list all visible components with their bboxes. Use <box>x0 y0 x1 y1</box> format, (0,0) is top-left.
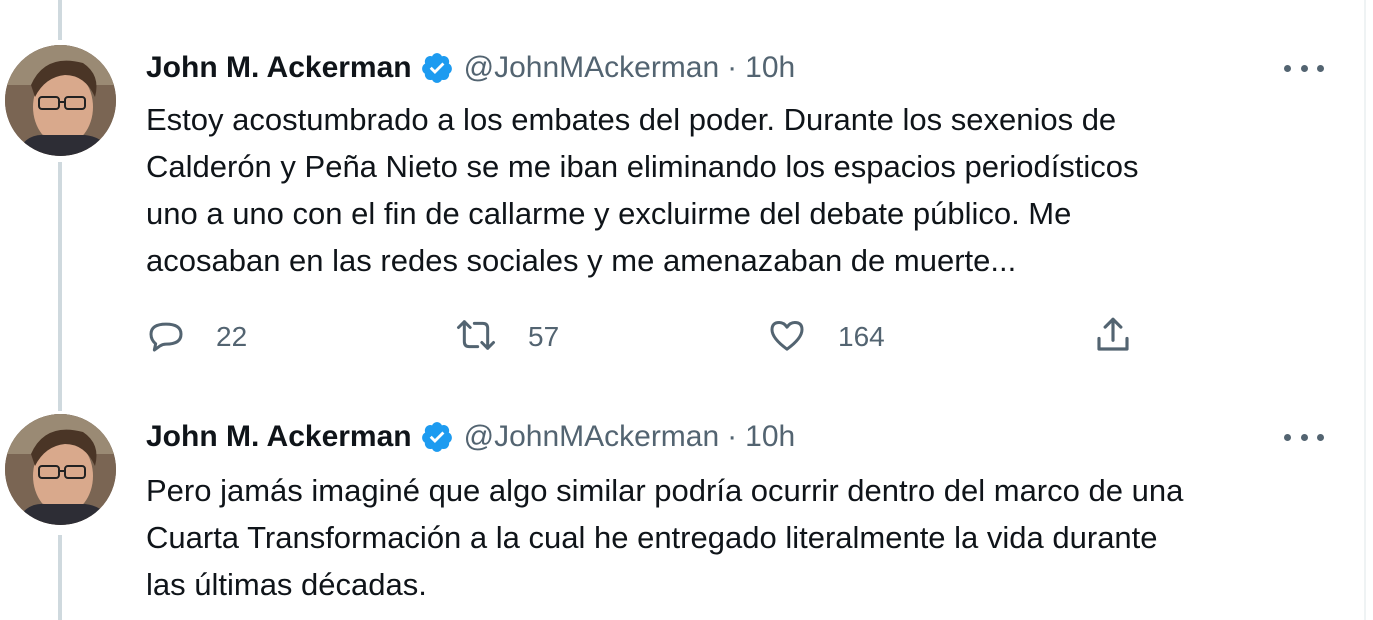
retweet-button[interactable]: 57 <box>454 315 559 359</box>
retweet-icon <box>454 315 498 360</box>
tweet-actions: 22 57 164 <box>146 315 1146 359</box>
separator-dot: · <box>727 51 738 84</box>
thread-line <box>58 535 62 620</box>
reply-count: 22 <box>216 321 248 352</box>
thread-line-top <box>58 0 62 40</box>
timeline-border <box>1364 0 1366 620</box>
avatar[interactable] <box>5 45 116 156</box>
share-icon <box>1092 314 1134 361</box>
thread-line-top <box>58 385 62 411</box>
author-handle[interactable]: @JohnMAckerman <box>464 51 720 85</box>
share-button[interactable] <box>1092 315 1134 359</box>
tweet-time[interactable]: 10h <box>745 420 795 454</box>
more-horizontal-icon[interactable] <box>1284 427 1324 447</box>
tweet[interactable]: John M. Ackerman @JohnMAckerman · 10h Es… <box>0 0 1362 385</box>
author-name[interactable]: John M. Ackerman <box>146 420 412 454</box>
like-count: 164 <box>838 321 885 352</box>
reply-button[interactable]: 22 <box>146 315 247 359</box>
author-name[interactable]: John M. Ackerman <box>146 51 412 85</box>
thread-line <box>58 162 62 385</box>
like-button[interactable]: 164 <box>766 315 885 359</box>
retweet-count: 57 <box>528 321 560 352</box>
tweet-header: John M. Ackerman @JohnMAckerman · 10h <box>146 48 795 88</box>
tweet-text: Estoy acostumbrado a los embates del pod… <box>146 102 1139 278</box>
reply-icon <box>146 315 186 360</box>
tweet-text: Pero jamás imaginé que algo similar podr… <box>146 473 1184 602</box>
tweet-header: John M. Ackerman @JohnMAckerman · 10h <box>146 417 795 457</box>
avatar[interactable] <box>5 414 116 525</box>
verified-badge-icon <box>420 420 454 454</box>
more-horizontal-icon[interactable] <box>1284 58 1324 78</box>
like-heart-icon <box>766 315 808 360</box>
verified-badge-icon <box>420 51 454 85</box>
separator-dot: · <box>727 420 738 453</box>
author-handle[interactable]: @JohnMAckerman <box>464 420 720 454</box>
tweet[interactable]: John M. Ackerman @JohnMAckerman · 10h Pe… <box>0 385 1362 620</box>
tweet-time[interactable]: 10h <box>745 51 795 85</box>
